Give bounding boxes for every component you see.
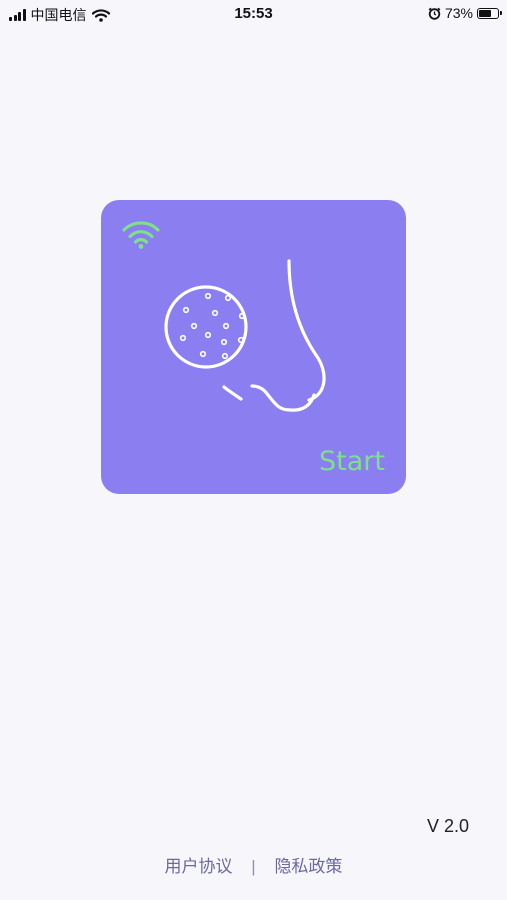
privacy-policy-link[interactable]: 隐私政策 <box>274 857 342 876</box>
user-agreement-link[interactable]: 用户协议 <box>165 857 233 876</box>
pore-magnifier-icon <box>164 285 248 369</box>
battery-fill <box>479 9 492 17</box>
battery-percent: 73% <box>444 5 473 21</box>
app-version: V 2.0 <box>426 816 469 836</box>
start-scan-card[interactable]: Start <box>101 200 406 494</box>
status-right: 73% <box>428 5 502 21</box>
skin-illustration <box>164 259 326 412</box>
footer-links: 用户协议 | 隐私政策 <box>0 852 507 877</box>
start-button-label[interactable]: Start <box>319 446 385 477</box>
alarm-icon <box>428 7 441 20</box>
status-bar: 中国电信 15:53 73% <box>0 0 507 28</box>
nose-icon <box>222 259 326 412</box>
battery-icon <box>477 7 502 19</box>
wifi-connected-icon <box>122 221 160 249</box>
footer-separator: | <box>251 857 256 876</box>
